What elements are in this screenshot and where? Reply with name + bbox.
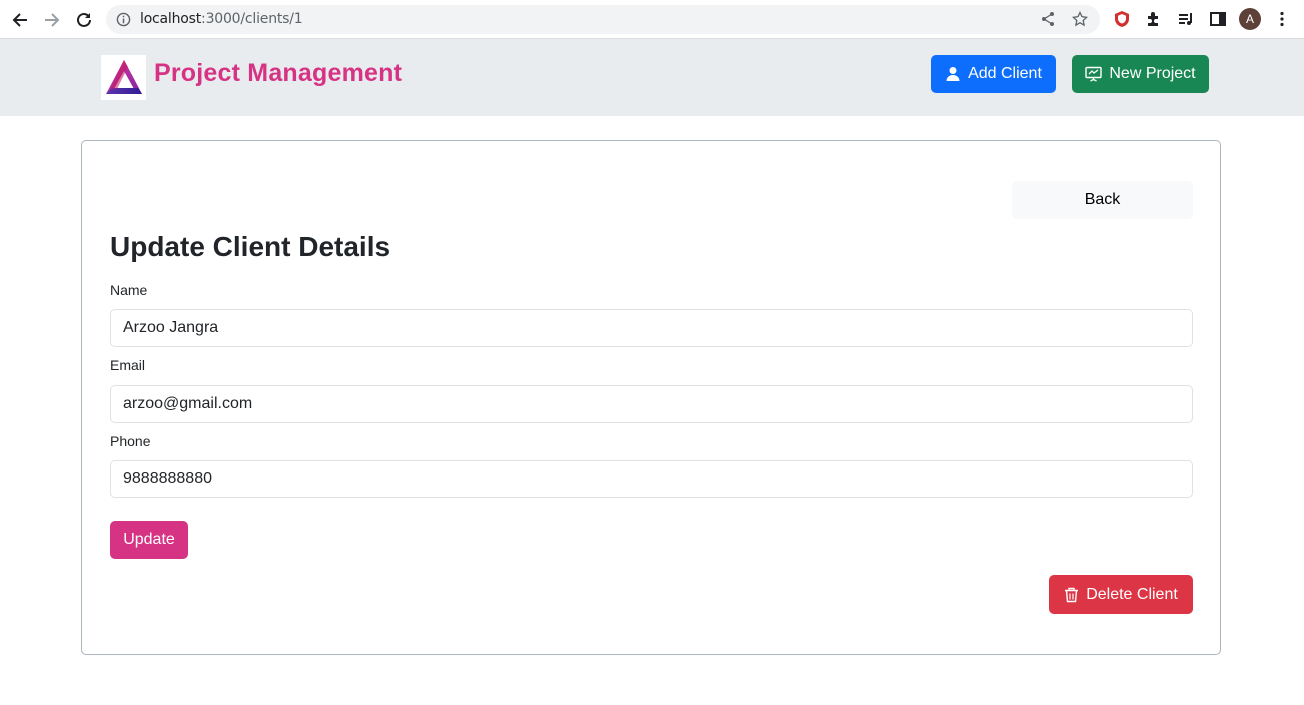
email-label: Email	[110, 357, 146, 373]
new-project-label: New Project	[1109, 65, 1196, 82]
add-client-button[interactable]: Add Client	[931, 55, 1056, 93]
star-icon[interactable]	[1071, 10, 1089, 32]
app-navbar: Project Management Add Client New Projec…	[0, 39, 1304, 116]
kebab-menu-icon[interactable]	[1272, 9, 1292, 29]
url-path: :3000/clients/1	[201, 11, 303, 27]
add-client-label: Add Client	[968, 65, 1042, 82]
back-arrow-icon[interactable]	[8, 8, 32, 32]
puzzle-icon[interactable]	[1144, 9, 1164, 29]
delete-client-label: Delete Client	[1086, 585, 1178, 603]
share-icon[interactable]	[1040, 11, 1056, 32]
presentation-chart-icon	[1085, 66, 1103, 82]
back-button[interactable]: Back	[1012, 181, 1193, 219]
back-label: Back	[1084, 191, 1121, 208]
phone-label: Phone	[110, 433, 151, 449]
forward-arrow-icon[interactable]	[40, 8, 64, 32]
update-label: Update	[123, 531, 175, 548]
side-panel-icon[interactable]	[1208, 9, 1228, 29]
update-button[interactable]: Update	[110, 521, 188, 559]
phone-input[interactable]	[110, 460, 1193, 498]
new-project-button[interactable]: New Project	[1072, 55, 1209, 93]
brand-title[interactable]: Project Management	[154, 59, 402, 88]
profile-initial: A	[1245, 12, 1254, 26]
shield-extension-icon[interactable]	[1112, 9, 1132, 29]
address-bar[interactable]: localhost:3000/clients/1	[106, 5, 1100, 34]
url-host: localhost	[140, 11, 202, 27]
trash-icon	[1065, 587, 1079, 602]
app-logo[interactable]	[101, 55, 146, 100]
profile-avatar[interactable]: A	[1239, 8, 1261, 30]
page-title: Update Client Details	[110, 231, 391, 262]
url-text: localhost:3000/clients/1	[140, 11, 303, 27]
email-input[interactable]	[110, 385, 1193, 423]
reload-icon[interactable]	[72, 8, 96, 32]
penrose-triangle-icon	[105, 59, 142, 94]
info-icon[interactable]	[116, 12, 131, 32]
browser-toolbar: localhost:3000/clients/1 A	[0, 0, 1304, 39]
user-icon	[946, 67, 960, 81]
name-input[interactable]	[110, 309, 1193, 347]
reading-list-icon[interactable]	[1176, 9, 1196, 29]
client-details-card: Back Update Client Details Name Email Ph…	[81, 140, 1221, 655]
name-label: Name	[110, 282, 148, 298]
delete-client-button[interactable]: Delete Client	[1049, 575, 1193, 614]
